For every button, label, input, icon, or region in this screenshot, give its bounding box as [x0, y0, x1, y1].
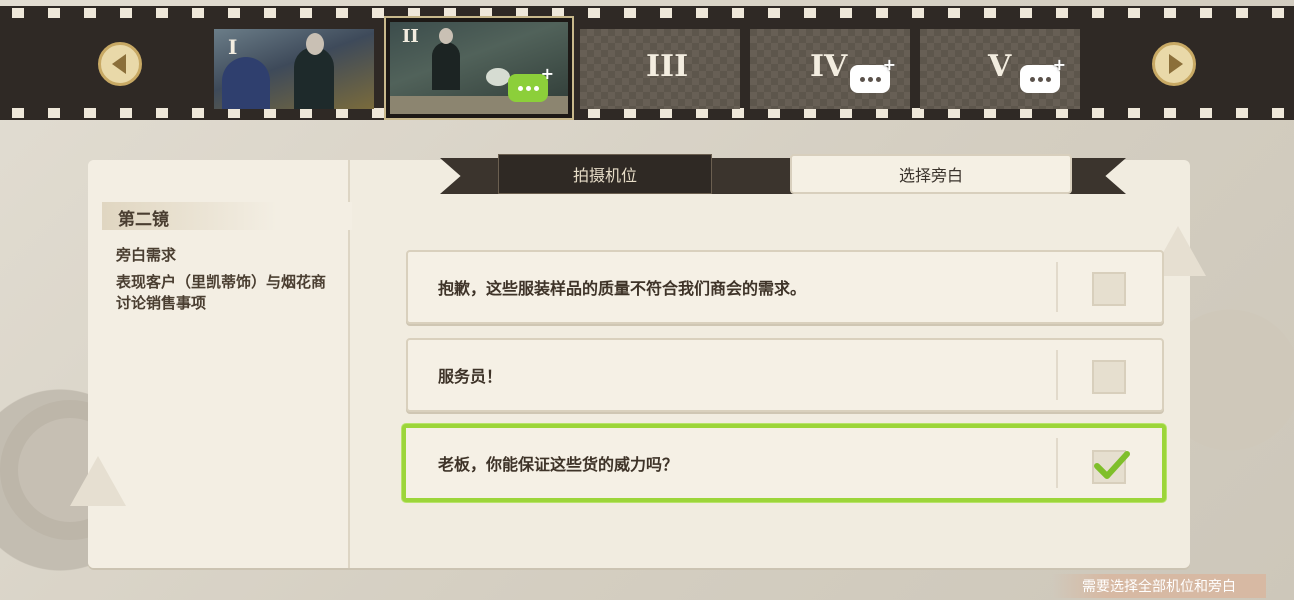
character-figure [432, 42, 460, 90]
frame-numeral: I [228, 35, 238, 59]
narration-option[interactable]: 抱歉，这些服装样品的质量不符合我们商会的需求。 [406, 250, 1164, 324]
option-checkbox[interactable] [1092, 272, 1126, 306]
checkmark-icon [1094, 451, 1130, 479]
requirement-label: 旁白需求 [116, 246, 177, 264]
requirement-hint: 需要选择全部机位和旁白 [1052, 574, 1266, 598]
previous-arrow-button[interactable] [98, 42, 142, 86]
frame-3[interactable]: III [580, 29, 740, 109]
character-figure [294, 47, 334, 109]
add-narration-icon: + [1020, 57, 1066, 93]
character-figure [222, 57, 270, 109]
teapot [486, 68, 510, 86]
character-head [439, 28, 453, 44]
tab-bar: 拍摄机位 选择旁白 [440, 152, 1126, 198]
frame-numeral: III [646, 49, 689, 84]
frame-5[interactable]: V + [920, 29, 1080, 109]
narration-option-selected[interactable]: 老板，你能保证这些货的威力吗？ [402, 424, 1166, 502]
next-arrow-button[interactable] [1152, 42, 1196, 86]
shot-info-column: 第二镜 旁白需求 表现客户（里凯蒂饰）与烟花商讨论销售事项 [88, 160, 352, 568]
option-checkbox[interactable] [1092, 360, 1126, 394]
frame-4[interactable]: IV + [750, 29, 910, 109]
scene-filmstrip: I II + III IV + V + [0, 6, 1294, 120]
option-divider [1056, 350, 1058, 400]
frame-1[interactable]: I [214, 29, 374, 109]
requirement-text: 表现客户（里凯蒂饰）与烟花商讨论销售事项 [116, 273, 327, 312]
option-text: 抱歉，这些服装样品的质量不符合我们商会的需求。 [438, 279, 807, 298]
option-divider [1056, 262, 1058, 312]
shot-title: 第二镜 [102, 202, 352, 230]
decorative-star [70, 456, 126, 506]
option-divider [1056, 438, 1058, 488]
right-arrow-icon [1168, 54, 1183, 74]
narration-option[interactable]: 服务员！ [406, 338, 1164, 412]
frame-numeral: IV [810, 49, 848, 84]
left-arrow-icon [111, 54, 126, 74]
add-narration-icon: + [850, 57, 896, 93]
tab-camera-position[interactable]: 拍摄机位 [498, 154, 712, 194]
option-checkbox-checked[interactable] [1092, 450, 1130, 484]
film-holes-bottom [0, 108, 1294, 118]
narration-done-icon: + [508, 66, 554, 102]
option-text: 老板，你能保证这些货的威力吗？ [438, 455, 679, 474]
frame-numeral: II [402, 26, 419, 47]
tab-select-narration[interactable]: 选择旁白 [790, 154, 1072, 194]
character-head [306, 33, 324, 55]
frame-numeral: V [988, 49, 1012, 84]
option-text: 服务员！ [438, 367, 503, 386]
frame-2-selected[interactable]: II + [384, 16, 574, 120]
film-holes-top [0, 8, 1294, 18]
